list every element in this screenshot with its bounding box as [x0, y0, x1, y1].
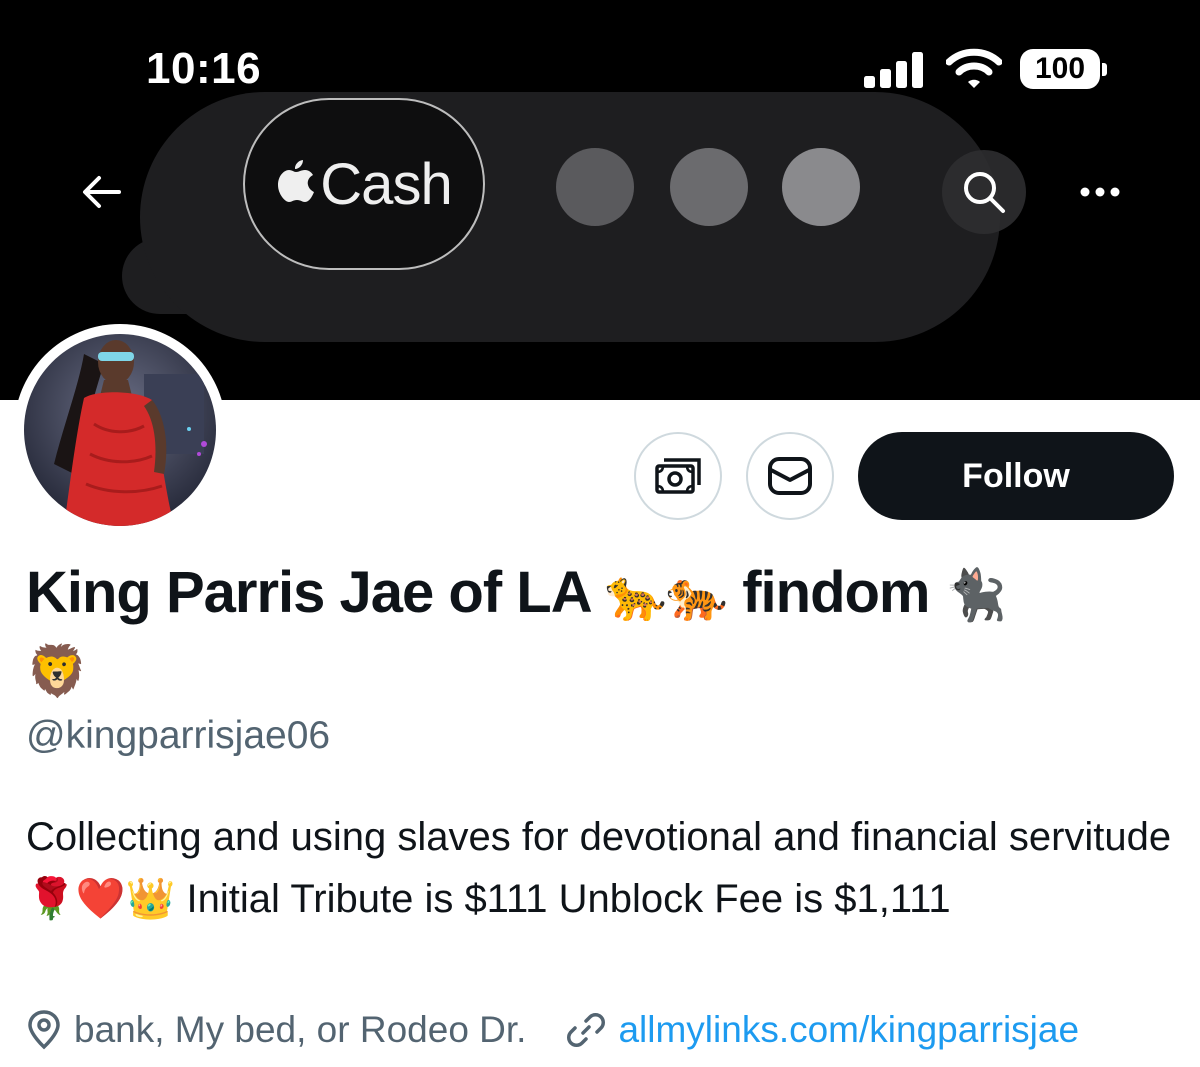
bio-text-tribute: Initial Tribute is $111 Unblock Fee is $… [186, 877, 951, 921]
more-icon [1080, 187, 1120, 197]
display-name-findom: findom [742, 560, 930, 625]
typing-dot [782, 148, 860, 226]
lion-emoji: 🦁 [26, 643, 88, 699]
link-icon [567, 1013, 606, 1047]
profile-link[interactable]: allmylinks.com/kingparrisjae [618, 1009, 1079, 1051]
search-button[interactable] [942, 150, 1026, 234]
animal-emojis: 🐆🐅 [604, 567, 729, 623]
cat-emoji: 🐈‍⬛ [944, 567, 1007, 623]
battery-indicator: 100 [1020, 49, 1100, 89]
profile-meta-row: bank, My bed, or Rodeo Dr. allmylinks.co… [26, 1004, 1186, 1056]
bio-emojis: 🌹❤️👑 [26, 877, 176, 921]
typing-dot [670, 148, 748, 226]
profile-banner[interactable]: Cash 10:16 100 [0, 0, 1200, 400]
display-name-text: King Parris Jae of LA [26, 560, 590, 625]
display-name: King Parris Jae of LA 🐆🐅 findom 🐈‍⬛ 🦁 [26, 556, 1176, 708]
status-time: 10:16 [146, 44, 262, 93]
profile-bio: Collecting and using slaves for devotion… [26, 806, 1176, 930]
tip-money-icon [655, 458, 701, 494]
wifi-icon [946, 48, 1002, 88]
location-pin-icon [28, 1010, 60, 1050]
cellular-signal-icon [864, 52, 923, 88]
bio-text: Collecting and using slaves for devotion… [26, 815, 1172, 859]
back-arrow-icon [83, 176, 121, 208]
apple-cash-badge: Cash [243, 98, 485, 270]
follow-button[interactable]: Follow [858, 432, 1174, 520]
avatar-photo [24, 334, 216, 526]
more-options-button[interactable] [1058, 150, 1142, 234]
back-button[interactable] [60, 150, 144, 234]
avatar[interactable] [14, 324, 226, 536]
cash-label: Cash [320, 151, 452, 217]
apple-logo-icon [278, 160, 315, 202]
envelope-icon [768, 457, 812, 495]
typing-dot [556, 148, 634, 226]
battery-cap [1102, 63, 1107, 76]
tip-button[interactable] [634, 432, 722, 520]
message-button[interactable] [746, 432, 834, 520]
search-icon [964, 172, 1005, 213]
location-text: bank, My bed, or Rodeo Dr. [74, 1009, 527, 1050]
user-handle: @kingparrisjae06 [26, 714, 331, 757]
